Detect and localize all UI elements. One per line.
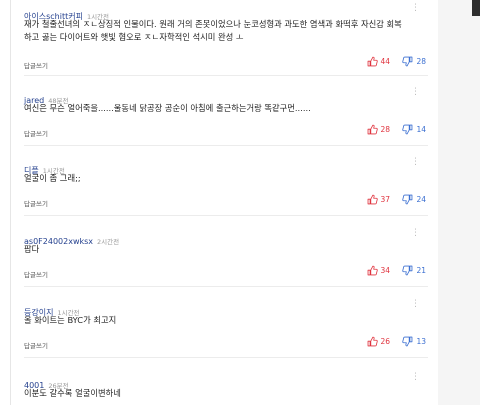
dislike-button[interactable]: 24 bbox=[402, 194, 426, 205]
reply-button[interactable]: 답글쓰기 bbox=[24, 198, 48, 208]
thumbs-down-icon bbox=[402, 265, 413, 276]
dislike-button[interactable]: 28 bbox=[402, 56, 426, 67]
more-vertical-icon[interactable]: ⋮ bbox=[411, 87, 420, 97]
vote-group: 37 24 bbox=[357, 194, 426, 207]
comment-item: as0F24002xwksx 2시간전 ⋮ 팝다 답글쓰기 34 21 bbox=[24, 228, 428, 287]
dislike-count: 21 bbox=[416, 266, 426, 275]
thumbs-up-icon bbox=[367, 56, 378, 67]
comment-text: 재가 철줄선녀의 ㅈㄴ상징적 인물이다. 원래 거의 존못이었으나 눈코성형과 … bbox=[24, 19, 402, 42]
like-count: 28 bbox=[380, 125, 391, 134]
vote-group: 44 28 bbox=[357, 56, 426, 69]
thumbs-up-icon bbox=[367, 336, 378, 347]
reply-button[interactable]: 답글쓰기 bbox=[24, 128, 48, 138]
dislike-count: 13 bbox=[416, 337, 426, 346]
like-button[interactable]: 26 bbox=[367, 336, 391, 347]
comment-header: jared 48분전 bbox=[24, 88, 68, 105]
dislike-count: 24 bbox=[416, 195, 426, 204]
comment-item: 4001 26분전 ⋮ 이분도 갈수록 얼굴이변하네 bbox=[24, 372, 428, 405]
reply-button[interactable]: 답글쓰기 bbox=[24, 340, 48, 350]
vote-group: 26 13 bbox=[357, 336, 426, 349]
adjacent-thumbnail bbox=[472, 0, 480, 16]
comment-item: 아이스schitt커피 1시간전 ⋮ 재가 철줄선녀의 ㅈㄴ상징적 인물이다. 원… bbox=[24, 3, 428, 76]
like-button[interactable]: 34 bbox=[367, 265, 391, 276]
more-vertical-icon[interactable]: ⋮ bbox=[411, 299, 420, 309]
like-count: 44 bbox=[380, 57, 391, 66]
like-count: 34 bbox=[380, 266, 391, 275]
comment-item: 등강이지 1시간전 ⋮ 올 화이트는 BYC가 최고지 답글쓰기 26 13 bbox=[24, 299, 428, 358]
dislike-count: 28 bbox=[416, 57, 426, 66]
thumbs-up-icon bbox=[367, 265, 378, 276]
comment-header: as0F24002xwksx 2시간전 bbox=[24, 229, 119, 246]
dislike-button[interactable]: 14 bbox=[402, 124, 426, 135]
comment-text: 여신은 무슨 얼어죽을......울동네 닭공장 공순이 아침에 출근하는거랑 … bbox=[24, 103, 311, 113]
dislike-button[interactable]: 13 bbox=[402, 336, 426, 347]
thumbs-up-icon bbox=[367, 194, 378, 205]
comment-header: 디플 1시간전 bbox=[24, 158, 65, 175]
vote-group: 28 14 bbox=[357, 124, 426, 137]
more-vertical-icon[interactable]: ⋮ bbox=[411, 372, 420, 382]
comment-text: 이분도 갈수록 얼굴이변하네 bbox=[24, 388, 121, 398]
comment-header: 등강이지 1시간전 bbox=[24, 300, 80, 317]
like-button[interactable]: 37 bbox=[367, 194, 391, 205]
more-vertical-icon[interactable]: ⋮ bbox=[411, 3, 420, 13]
more-vertical-icon[interactable]: ⋮ bbox=[411, 228, 420, 238]
comment-text: 올 화이트는 BYC가 최고지 bbox=[24, 315, 117, 325]
thumbs-down-icon bbox=[402, 56, 413, 67]
comment-header: 아이스schitt커피 1시간전 bbox=[24, 4, 109, 21]
thumbs-up-icon bbox=[367, 124, 378, 135]
dislike-count: 14 bbox=[416, 125, 426, 134]
thumbs-down-icon bbox=[402, 124, 413, 135]
thumbs-down-icon bbox=[402, 336, 413, 347]
like-button[interactable]: 44 bbox=[367, 56, 391, 67]
thumbs-down-icon bbox=[402, 194, 413, 205]
comment-header: 4001 26분전 bbox=[24, 373, 69, 390]
like-count: 37 bbox=[380, 195, 391, 204]
like-count: 26 bbox=[380, 337, 391, 346]
vote-group: 34 21 bbox=[357, 265, 426, 278]
reply-button[interactable]: 답글쓰기 bbox=[24, 269, 48, 279]
like-button[interactable]: 28 bbox=[367, 124, 391, 135]
dislike-button[interactable]: 21 bbox=[402, 265, 426, 276]
comment-item: 디플 1시간전 ⋮ 얼굴이 좀 그래;; 답글쓰기 37 24 bbox=[24, 157, 428, 216]
more-vertical-icon[interactable]: ⋮ bbox=[411, 157, 420, 167]
comment-text: 팝다 bbox=[24, 244, 40, 254]
reply-button[interactable]: 답글쓰기 bbox=[24, 60, 48, 70]
comment-text: 얼굴이 좀 그래;; bbox=[24, 173, 81, 183]
adjacent-panel bbox=[438, 0, 480, 405]
comment-item: jared 48분전 ⋮ 여신은 무슨 얼어죽을......울동네 닭공장 공순이… bbox=[24, 87, 428, 146]
